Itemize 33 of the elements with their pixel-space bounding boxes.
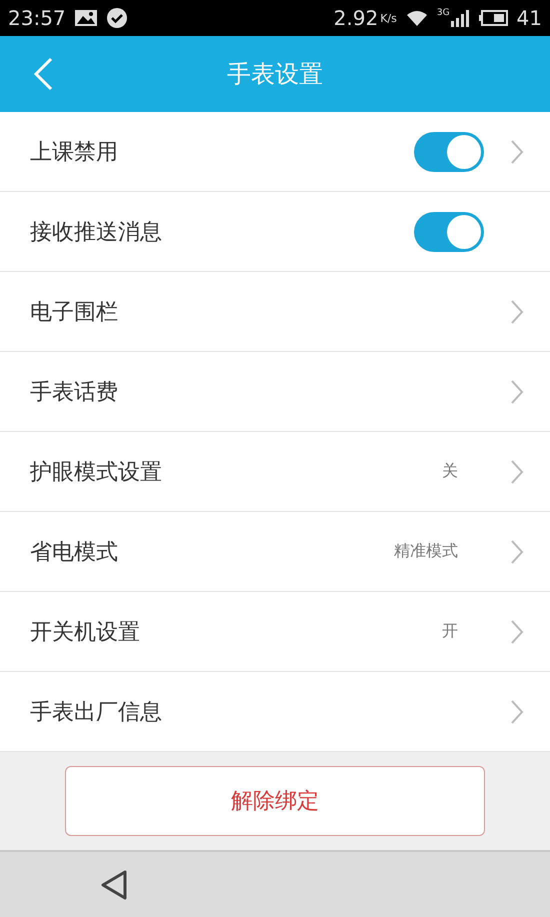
setting-label: 护眼模式设置 (30, 458, 162, 486)
setting-label: 开关机设置 (30, 618, 140, 646)
check-icon (106, 7, 128, 29)
page-title: 手表设置 (227, 59, 323, 90)
status-time: 23:57 (8, 6, 66, 30)
setting-label: 手表话费 (30, 378, 118, 406)
setting-value: 关 (442, 461, 458, 482)
chevron-icon[interactable] (510, 698, 524, 724)
wifi-icon (404, 8, 429, 28)
setting-label: 电子围栏 (30, 298, 118, 326)
signal-icon (450, 9, 471, 27)
chevron-icon[interactable] (510, 298, 524, 324)
network-speed: 2.92 (334, 6, 378, 30)
toggle-switch[interactable] (414, 212, 484, 252)
setting-label: 上课禁用 (30, 138, 118, 166)
setting-value: 开 (442, 621, 458, 642)
chevron-icon[interactable] (510, 458, 524, 484)
setting-label: 接收推送消息 (30, 218, 162, 246)
toggle-switch[interactable] (414, 132, 484, 172)
unbind-button[interactable]: 解除绑定 (65, 766, 485, 836)
battery-level: 41 (516, 6, 542, 30)
back-icon[interactable] (100, 868, 128, 900)
chevron-icon[interactable] (510, 618, 524, 644)
battery-icon (478, 9, 509, 27)
speed-unit: K/s (380, 12, 397, 24)
chevron-icon[interactable] (510, 538, 524, 564)
setting-label: 手表出厂信息 (30, 698, 162, 726)
chevron-icon[interactable] (510, 378, 524, 404)
chevron-icon[interactable] (510, 138, 524, 164)
setting-value: 精准模式 (394, 541, 458, 562)
setting-label: 省电模式 (30, 538, 118, 566)
image-icon (74, 8, 98, 28)
network-type: 3G (436, 8, 450, 18)
